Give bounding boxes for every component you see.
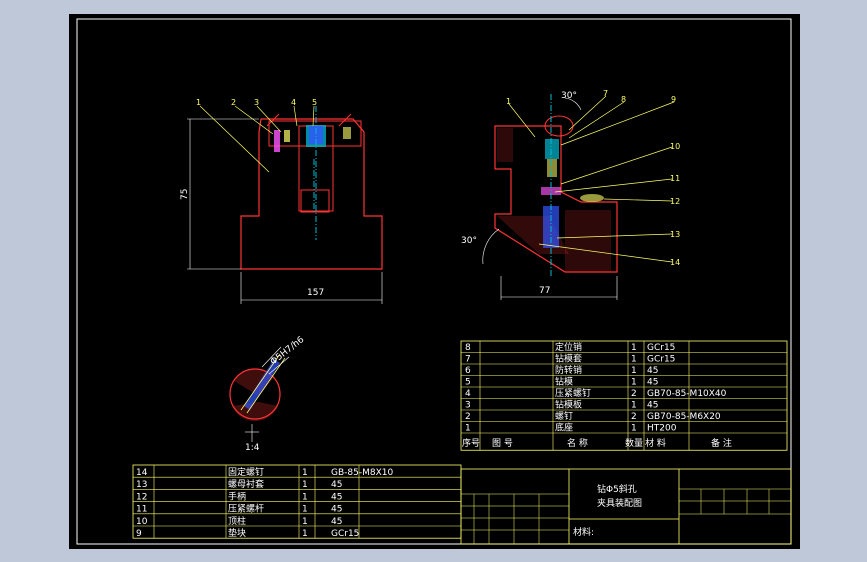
bom-upper-row-name: 螺钉 — [555, 411, 573, 422]
front-callout-2: 2 — [231, 98, 236, 107]
front-height-dim: 75 — [180, 189, 190, 200]
front-view — [187, 105, 383, 304]
bom-upper-row-name: 防转销 — [555, 364, 582, 376]
front-callout-3: 3 — [254, 98, 259, 107]
bom-upper-row-no: 5 — [465, 378, 471, 388]
bom-upper-row-qty: 1 — [631, 401, 637, 411]
side-callout-1: 1 — [506, 97, 511, 106]
bom-upper-row-material: 45 — [647, 366, 658, 376]
bom-upper-header-qty: 数量 — [625, 437, 643, 449]
side-callout-13: 13 — [670, 230, 680, 239]
drawing-title-line2: 夹具装配图 — [597, 497, 642, 509]
front-callout-4: 4 — [291, 98, 296, 107]
bom-lower-row-name: 手柄 — [228, 490, 246, 502]
side-callout-7: 7 — [603, 89, 608, 98]
bom-upper-header-no: 序号 — [462, 437, 480, 449]
bom-lower-row-name: 垫块 — [228, 527, 246, 539]
front-callout-1: 1 — [196, 98, 201, 107]
bom-upper-row-material: 45 — [647, 401, 658, 411]
material-label: 材料: — [573, 526, 594, 538]
bom-lower-row-name: 固定螺钉 — [228, 466, 264, 478]
bom-lower-row-name: 压紧螺杆 — [228, 503, 264, 515]
bom-lower-row-material: 45 — [331, 517, 342, 527]
bom-upper-row-material: 45 — [647, 378, 658, 388]
bom-upper-row-no: 8 — [465, 343, 471, 353]
bom-upper-row-qty: 2 — [631, 389, 637, 399]
bom-upper-row-qty: 2 — [631, 412, 637, 422]
bom-lower-row-material: 45 — [331, 480, 342, 490]
angle-side-dim: 30° — [461, 236, 477, 246]
bom-upper-header-material: 材 料 — [645, 437, 666, 449]
bom-lower-row-material: 45 — [331, 492, 342, 502]
side-callout-14: 14 — [670, 258, 680, 267]
bom-upper-row-no: 7 — [465, 355, 471, 365]
bom-upper-row-no: 1 — [465, 424, 471, 434]
bom-lower-row-qty: 1 — [302, 517, 308, 527]
bom-upper-row-material: GCr15 — [647, 343, 675, 353]
bom-lower-table: 14 固定螺钉 1 GB-85-M8X1013 螺母衬套 1 4512 手柄 1 4511 压紧螺杆… — [132, 464, 462, 539]
bom-upper-row-name: 钻模板 — [555, 399, 582, 411]
bom-upper-row-name: 钻模套 — [555, 353, 582, 365]
bom-upper-row-qty: 1 — [631, 355, 637, 365]
bom-lower-row-no: 11 — [136, 505, 147, 515]
side-callout-11: 11 — [670, 174, 680, 183]
bom-upper-row-name: 压紧螺钉 — [555, 388, 591, 399]
bom-upper-header-note: 备 注 — [711, 437, 732, 449]
drawing-canvas: 157 75 1 2 3 4 5 77 30° 30° 1 7 8 9 10 1… — [76, 18, 792, 545]
bom-upper-row-no: 6 — [465, 366, 471, 376]
side-callout-10: 10 — [670, 142, 680, 151]
bom-upper-row-no: 3 — [465, 401, 471, 411]
detail-scale-label: 1:4 — [245, 443, 260, 453]
bom-lower-row-qty: 1 — [302, 492, 308, 502]
bom-upper-row-no: 4 — [465, 389, 471, 399]
bom-lower-row-qty: 1 — [302, 529, 308, 539]
front-width-dim: 157 — [307, 288, 324, 298]
bom-lower-row-name: 螺母衬套 — [228, 478, 264, 490]
detail-fit-dim: Φ5H7/h6 — [269, 335, 307, 368]
bom-lower-row-material: GCr15 — [331, 529, 359, 539]
bom-lower-row-no: 13 — [136, 480, 147, 490]
bom-lower-row-material: GB-85-M8X10 — [331, 468, 393, 478]
side-callout-9: 9 — [671, 95, 676, 104]
bom-lower-row-no: 9 — [136, 529, 142, 539]
bom-lower-row-no: 10 — [136, 517, 148, 527]
bom-upper-row-material: GCr15 — [647, 355, 675, 365]
bom-upper-row-name: 底座 — [555, 422, 573, 434]
bom-lower-row-no: 12 — [136, 492, 147, 502]
bom-upper-row-name: 定位销 — [555, 341, 582, 353]
bom-upper-row-qty: 1 — [631, 378, 637, 388]
bom-upper-row-material: GB70-85-M6X20 — [647, 412, 721, 422]
bom-lower-row-qty: 1 — [302, 505, 308, 515]
bom-lower-row-material: 45 — [331, 505, 342, 515]
bom-upper-header-name: 名 称 — [567, 437, 588, 449]
bom-upper-row-name: 钻模 — [555, 376, 573, 388]
bom-lower-row-no: 14 — [136, 468, 148, 478]
drawing-sheet: 157 75 1 2 3 4 5 77 30° 30° 1 7 8 9 10 1… — [69, 14, 800, 549]
angle-top-dim: 30° — [561, 91, 577, 101]
side-callout-12: 12 — [670, 197, 680, 206]
bom-upper-row-no: 2 — [465, 412, 471, 422]
bom-upper-header-code: 图 号 — [492, 438, 513, 449]
bom-upper-row-qty: 1 — [631, 366, 637, 376]
side-width-dim: 77 — [539, 286, 550, 296]
side-view — [482, 94, 675, 300]
bom-upper-row-material: GB70-85-M10X40 — [647, 389, 727, 399]
bom-upper-table: 8 定位销 1 GCr157 钻模套 1 GCr156 防转销 1 455 钻模 1 454 压紧螺钉 2 G… — [460, 340, 788, 451]
bom-lower-row-qty: 1 — [302, 468, 308, 478]
bom-lower-row-name: 顶柱 — [228, 515, 246, 527]
side-callout-8: 8 — [621, 95, 626, 104]
bom-upper-row-qty: 1 — [631, 343, 637, 353]
bom-upper-row-qty: 1 — [631, 424, 637, 434]
front-callout-5: 5 — [312, 98, 317, 107]
drawing-title-line1: 钻Φ5斜孔 — [597, 483, 637, 495]
bom-lower-row-qty: 1 — [302, 480, 308, 490]
bom-upper-row-material: HT200 — [647, 424, 677, 434]
